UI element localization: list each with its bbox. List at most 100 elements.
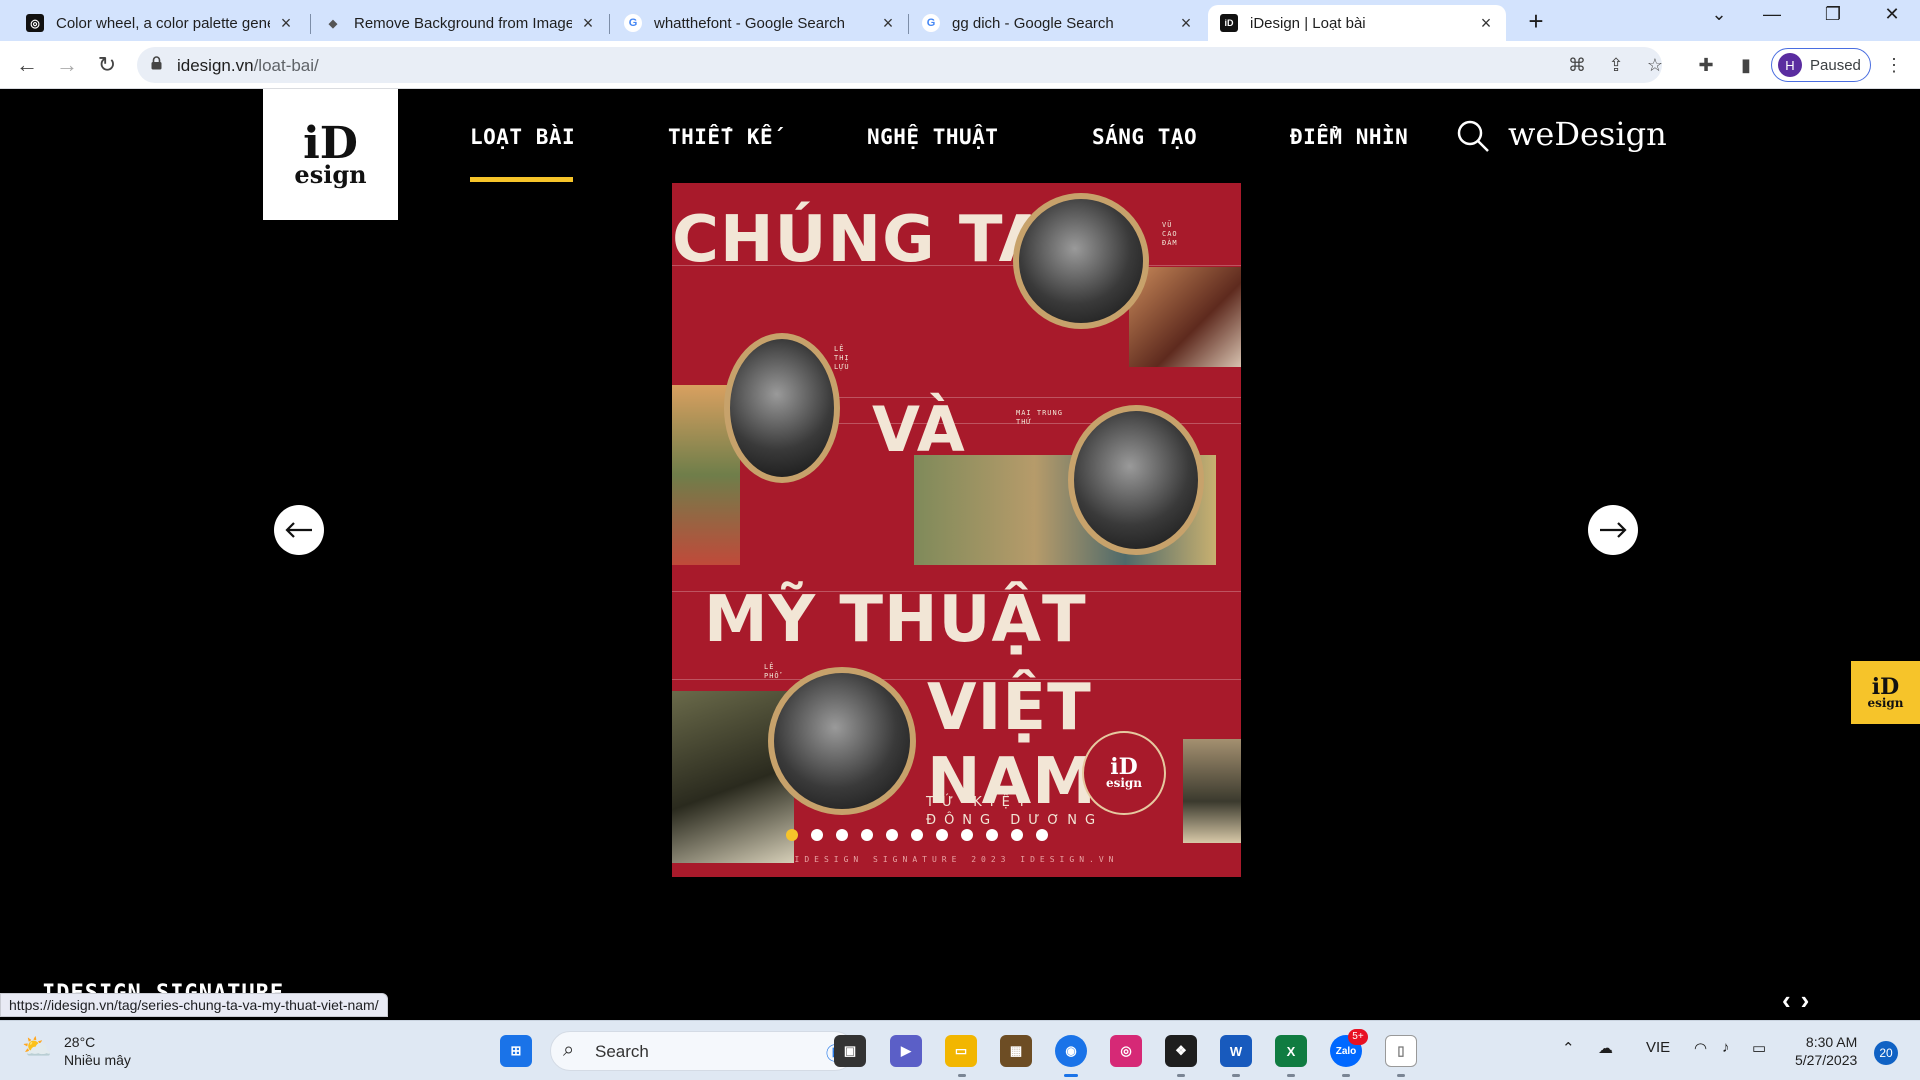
section-nav-arrows[interactable]: ‹›	[1782, 985, 1819, 1016]
carousel-dot[interactable]	[810, 829, 823, 841]
profile-status: Paused	[1810, 56, 1861, 74]
carousel-dot[interactable]	[910, 829, 923, 841]
restore-icon[interactable]: ❐	[1811, 4, 1855, 25]
chrome-icon[interactable]: ◉	[1055, 1035, 1087, 1067]
app-icon[interactable]: ▦	[1000, 1035, 1032, 1067]
instagram-icon[interactable]: ◎	[1110, 1035, 1142, 1067]
avatar: H	[1778, 53, 1802, 77]
battery-icon[interactable]: ▭	[1752, 1039, 1766, 1057]
carousel-dots	[672, 829, 1241, 841]
page-content: iD esign LOẠT BÀI THIẾT KẾ NGHỆ THUẬT SÁ…	[0, 89, 1920, 1020]
tab-color-wheel[interactable]: ◎ Color wheel, a color palette gene ×	[14, 5, 306, 41]
close-tab-icon[interactable]: ×	[1178, 13, 1194, 34]
zalo-badge: 5+	[1348, 1029, 1368, 1045]
translate-icon[interactable]: ⌘	[1565, 53, 1589, 77]
nav-nghe-thuat[interactable]: NGHỆ THUẬT	[867, 125, 998, 149]
label-le-thi-luu: LÊ THỊ LỰU	[834, 345, 850, 371]
painting-reclining-figure	[1129, 267, 1241, 367]
label-mai-trung-thu: MAI TRUNG THỨ	[1016, 409, 1063, 426]
chevron-right-icon[interactable]: ›	[1801, 985, 1820, 1015]
wifi-icon[interactable]: ◠	[1694, 1039, 1707, 1057]
carousel-dot[interactable]	[1010, 829, 1023, 841]
blank-file-icon[interactable]: ▯	[1385, 1035, 1417, 1067]
wedesign-link[interactable]: weDesign	[1508, 115, 1667, 153]
weather-widget[interactable]: ⛅ 28°C Nhiều mây	[22, 1033, 131, 1069]
chevron-up-icon[interactable]: ⌃	[1562, 1039, 1575, 1057]
site-logo[interactable]: iD esign	[263, 89, 398, 220]
carousel-dot[interactable]	[985, 829, 998, 841]
tab-separator	[609, 14, 610, 34]
volume-icon[interactable]: ♪	[1722, 1039, 1730, 1056]
google-favicon-icon: G	[624, 14, 642, 32]
chevron-left-icon[interactable]: ‹	[1782, 985, 1801, 1015]
file-explorer-icon[interactable]: ▭	[945, 1035, 977, 1067]
notification-badge[interactable]: 20	[1874, 1041, 1898, 1065]
tab-remove-background[interactable]: ◆ Remove Background from Image ×	[312, 5, 608, 41]
active-indicator	[1064, 1074, 1078, 1077]
carousel-dot[interactable]	[835, 829, 848, 841]
tab-separator	[310, 14, 311, 34]
excel-icon[interactable]: X	[1275, 1035, 1307, 1067]
back-arrow-icon[interactable]: ←	[11, 49, 43, 81]
running-indicator	[1177, 1074, 1185, 1077]
portrait-mai-trung-thu	[1068, 405, 1204, 555]
tab-search-chevron-icon[interactable]: ⌄	[1697, 4, 1741, 25]
reload-icon[interactable]: ↻	[91, 49, 123, 81]
close-tab-icon[interactable]: ×	[580, 13, 596, 34]
start-windows-icon[interactable]: ⊞	[500, 1035, 532, 1067]
poster-subtitle-1: TỨ KIỆT	[926, 795, 1034, 810]
bookmark-star-icon[interactable]: ☆	[1643, 53, 1667, 77]
tab-whatthefont[interactable]: G whatthefont - Google Search ×	[612, 5, 908, 41]
weather-desc: Nhiều mây	[64, 1052, 131, 1068]
profile-button[interactable]: H Paused	[1771, 48, 1871, 82]
close-tab-icon[interactable]: ×	[880, 13, 896, 34]
onedrive-icon[interactable]: ☁	[1598, 1039, 1613, 1057]
carousel-dot[interactable]	[785, 829, 798, 841]
close-tab-icon[interactable]: ×	[1478, 13, 1494, 34]
nav-diem-nhin[interactable]: ĐIỂM NHÌN	[1290, 125, 1408, 149]
figma-icon[interactable]: ❖	[1165, 1035, 1197, 1067]
carousel-dot[interactable]	[885, 829, 898, 841]
teams-chat-icon[interactable]: ▶	[890, 1035, 922, 1067]
carousel-next-button[interactable]	[1588, 505, 1638, 555]
label-le-pho: LÊ PHỔ	[764, 663, 780, 680]
carousel-dot[interactable]	[860, 829, 873, 841]
poster-title-line3: MỸ THUẬT	[704, 583, 1087, 657]
new-tab-button[interactable]: +	[1520, 6, 1552, 38]
nav-thiet-ke[interactable]: THIẾT KẾ	[668, 125, 773, 149]
language-indicator[interactable]: VIE	[1646, 1039, 1670, 1056]
system-clock[interactable]: 8:30 AM 5/27/2023	[1795, 1033, 1857, 1069]
task-view-icon[interactable]: ▣	[834, 1035, 866, 1067]
status-bar-url: https://idesign.vn/tag/series-chung-ta-v…	[0, 993, 388, 1017]
close-window-icon[interactable]: ✕	[1870, 4, 1914, 25]
extensions-puzzle-icon[interactable]: ✚	[1694, 53, 1718, 77]
address-bar[interactable]: idesign.vn/loat-bai/	[137, 47, 1662, 83]
tab-strip: ◎ Color wheel, a color palette gene × ◆ …	[0, 0, 1920, 41]
color-wheel-favicon-icon: ◎	[26, 14, 44, 32]
tab-gg-dich[interactable]: G gg dich - Google Search ×	[910, 5, 1206, 41]
nav-loat-bai[interactable]: LOẠT BÀI	[470, 125, 575, 149]
browser-toolbar: ← → ↻ idesign.vn/loat-bai/ ⌘ ⇪ ☆ ✚ ▮ H P…	[0, 41, 1920, 89]
carousel-slide-poster[interactable]: CHÚNG TA VÀ MỸ THUẬT VIỆT NAM TỨ KIỆT ĐÔ…	[672, 183, 1241, 877]
nav-sang-tao[interactable]: SÁNG TẠO	[1092, 125, 1197, 149]
close-tab-icon[interactable]: ×	[278, 13, 294, 34]
floating-idesign-badge[interactable]: iD esign	[1851, 661, 1920, 724]
running-indicator	[1287, 1074, 1295, 1077]
carousel-dot[interactable]	[935, 829, 948, 841]
carousel-dot[interactable]	[960, 829, 973, 841]
portrait-vu-cao-dam	[1013, 193, 1149, 329]
windows-taskbar: ⛅ 28°C Nhiều mây ⊞ ⌕ Search ⓑ ▣ ▶ ▭ ▦ ◉ …	[0, 1020, 1920, 1080]
label-vu-cao-dam: VŨ CAO ĐÀM	[1162, 221, 1178, 247]
side-panel-icon[interactable]: ▮	[1734, 53, 1758, 77]
word-icon[interactable]: W	[1220, 1035, 1252, 1067]
remove-bg-favicon-icon: ◆	[328, 17, 338, 30]
taskbar-search[interactable]: ⌕ Search ⓑ	[550, 1031, 855, 1071]
share-icon[interactable]: ⇪	[1604, 53, 1628, 77]
minimize-icon[interactable]: —	[1750, 4, 1794, 25]
carousel-dot[interactable]	[1035, 829, 1048, 841]
carousel-prev-button[interactable]	[274, 505, 324, 555]
search-icon[interactable]	[1456, 119, 1490, 153]
forward-arrow-icon[interactable]: →	[51, 49, 83, 81]
tab-idesign-active[interactable]: iD iDesign | Loạt bài ×	[1208, 5, 1506, 41]
menu-kebab-icon[interactable]: ⋮	[1882, 53, 1906, 77]
